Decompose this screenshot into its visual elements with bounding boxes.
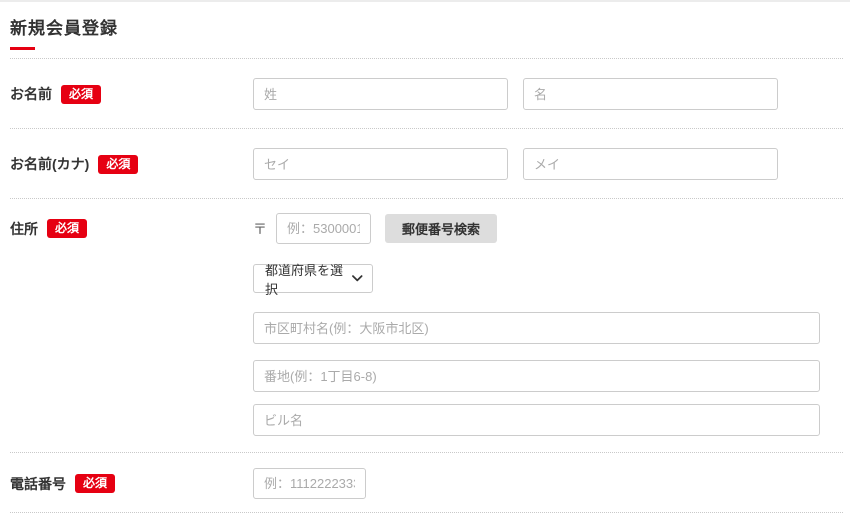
address-inputs: 〒 郵便番号検索 都道府県を選択 bbox=[253, 213, 820, 436]
name-row: お名前 必須 bbox=[10, 59, 843, 129]
prefecture-select-value: 都道府県を選択 bbox=[265, 260, 352, 298]
kana-label: お名前(カナ) bbox=[10, 154, 89, 174]
postal-mark-icon: 〒 bbox=[253, 219, 267, 239]
last-name-kana-input[interactable] bbox=[253, 148, 508, 180]
name-label-group: お名前 必須 bbox=[10, 78, 253, 110]
address-row: 住所 必須 〒 郵便番号検索 都道府県を選択 bbox=[10, 199, 843, 453]
required-badge: 必須 bbox=[61, 85, 101, 104]
page-title: 新規会員登録 bbox=[10, 14, 850, 39]
required-badge: 必須 bbox=[47, 219, 87, 238]
address-label-group: 住所 必須 bbox=[10, 213, 253, 244]
prefecture-select[interactable]: 都道府県を選択 bbox=[253, 264, 373, 293]
required-badge: 必須 bbox=[75, 474, 115, 493]
kana-row: お名前(カナ) 必須 bbox=[10, 129, 843, 199]
chevron-down-icon bbox=[352, 275, 363, 282]
postal-code-group: 〒 郵便番号検索 bbox=[253, 213, 820, 244]
name-inputs bbox=[253, 78, 778, 110]
name-label: お名前 bbox=[10, 84, 52, 104]
phone-label: 電話番号 bbox=[10, 474, 66, 494]
phone-label-group: 電話番号 必須 bbox=[10, 468, 253, 499]
address-label: 住所 bbox=[10, 219, 38, 239]
first-name-kana-input[interactable] bbox=[523, 148, 778, 180]
street-input[interactable] bbox=[253, 360, 820, 392]
kana-label-group: お名前(カナ) 必須 bbox=[10, 148, 253, 180]
registration-form: 新規会員登録 お名前 必須 お名前(カナ) 必須 住所 必須 bbox=[0, 2, 850, 513]
required-badge: 必須 bbox=[98, 155, 138, 174]
postal-code-search-button[interactable]: 郵便番号検索 bbox=[385, 214, 497, 243]
first-name-input[interactable] bbox=[523, 78, 778, 110]
last-name-input[interactable] bbox=[253, 78, 508, 110]
building-input[interactable] bbox=[253, 404, 820, 436]
phone-input[interactable] bbox=[253, 468, 366, 499]
title-accent-underline bbox=[10, 47, 35, 50]
postal-code-input[interactable] bbox=[276, 213, 371, 244]
form-header: 新規会員登録 bbox=[10, 2, 850, 59]
city-input[interactable] bbox=[253, 312, 820, 344]
phone-row: 電話番号 必須 bbox=[10, 453, 843, 513]
kana-inputs bbox=[253, 148, 778, 180]
